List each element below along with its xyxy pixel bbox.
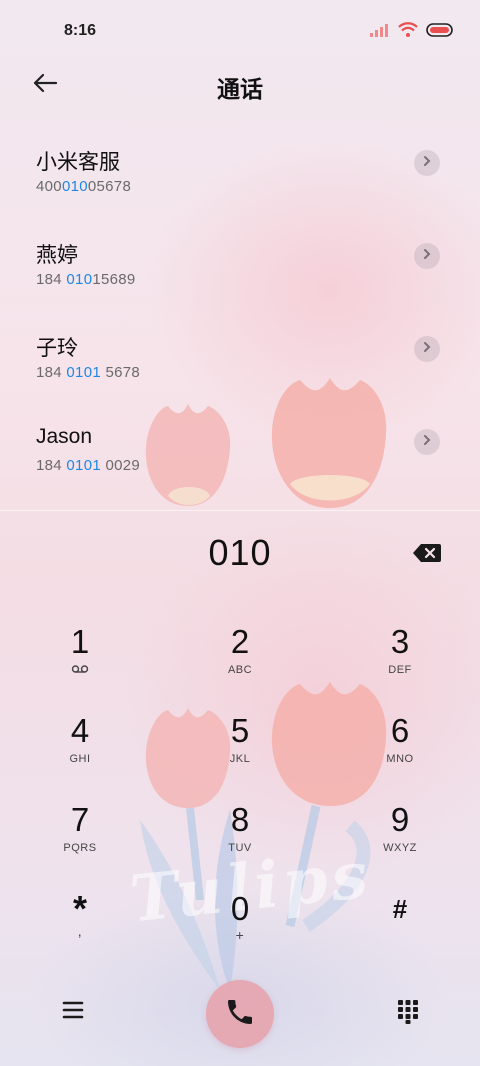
key-0[interactable]: 0 + bbox=[180, 889, 300, 969]
chevron-right-icon bbox=[422, 433, 432, 451]
key-digit: 6 bbox=[390, 712, 410, 749]
key-digit: 5 bbox=[230, 712, 250, 749]
match-highlight: 010 bbox=[61, 178, 88, 195]
key-letters: ABC bbox=[227, 664, 253, 676]
header: 通话 bbox=[0, 62, 480, 106]
contact-detail-button[interactable] bbox=[414, 150, 440, 176]
match-highlight: 0101 bbox=[66, 364, 101, 381]
key-8[interactable]: 8 TUV bbox=[180, 800, 300, 880]
list-item[interactable]: 燕婷 184 01015689 bbox=[0, 223, 480, 316]
key-3[interactable]: 3 DEF bbox=[340, 622, 460, 702]
match-highlight: 010 bbox=[66, 271, 93, 288]
voicemail-icon bbox=[20, 664, 140, 677]
key-digit: 7 bbox=[70, 801, 90, 838]
contact-number: 184 01015689 bbox=[36, 271, 136, 288]
contact-number: 40001005678 bbox=[36, 178, 132, 195]
phone-icon bbox=[224, 996, 256, 1033]
match-highlight: 0101 bbox=[66, 457, 101, 474]
key-5[interactable]: 5 JKL bbox=[180, 711, 300, 791]
contact-name: Jason bbox=[36, 425, 93, 448]
contact-name: 小米客服 bbox=[36, 151, 120, 174]
key-7[interactable]: 7 PQRS bbox=[20, 800, 140, 880]
key-letters: MNO bbox=[386, 753, 414, 765]
key-letters: , bbox=[77, 923, 83, 939]
contact-number: 184 0101 5678 bbox=[36, 364, 141, 381]
dial-input[interactable]: 010 bbox=[0, 532, 480, 574]
chevron-right-icon bbox=[422, 247, 432, 265]
key-4[interactable]: 4 GHI bbox=[20, 711, 140, 791]
backspace-button[interactable] bbox=[412, 542, 442, 564]
key-digit: 1 bbox=[70, 623, 90, 660]
contact-detail-button[interactable] bbox=[414, 336, 440, 362]
bottom-action-bar bbox=[0, 968, 480, 1058]
wifi-icon bbox=[398, 22, 418, 43]
key-letters: JKL bbox=[229, 753, 251, 765]
chevron-right-icon bbox=[422, 154, 432, 172]
key-2[interactable]: 2 ABC bbox=[180, 622, 300, 702]
list-item[interactable]: Jason 184 0101 0029 bbox=[0, 409, 480, 502]
key-letters: GHI bbox=[69, 753, 91, 765]
battery-icon bbox=[426, 23, 454, 42]
dialpad-toggle-button[interactable] bbox=[396, 998, 420, 1024]
contact-detail-button[interactable] bbox=[414, 243, 440, 269]
menu-icon bbox=[58, 1001, 88, 1026]
key-digit: 8 bbox=[230, 801, 250, 838]
key-9[interactable]: 9 WXYZ bbox=[340, 800, 460, 880]
key-letters: TUV bbox=[228, 842, 252, 854]
signal-icon bbox=[370, 23, 390, 42]
key-digit: 4 bbox=[70, 712, 90, 749]
status-bar: 8:16 bbox=[0, 0, 480, 62]
key-digit: # bbox=[392, 894, 408, 924]
key-hash[interactable]: # bbox=[340, 889, 460, 969]
list-item[interactable]: 小米客服 40001005678 bbox=[0, 130, 480, 223]
contact-list: 小米客服 40001005678 燕婷 184 01015689 子玲 184 … bbox=[0, 130, 480, 502]
key-digit: 9 bbox=[390, 801, 410, 838]
dialpad-icon bbox=[396, 1000, 420, 1028]
key-letters: PQRS bbox=[63, 842, 97, 854]
backspace-icon bbox=[412, 544, 442, 568]
key-1[interactable]: 1 bbox=[20, 622, 140, 702]
call-button[interactable] bbox=[206, 980, 274, 1048]
menu-button[interactable] bbox=[58, 998, 88, 1022]
chevron-right-icon bbox=[422, 340, 432, 358]
contact-detail-button[interactable] bbox=[414, 429, 440, 455]
key-letters: WXYZ bbox=[383, 842, 417, 854]
contact-name: 子玲 bbox=[36, 337, 78, 360]
list-item[interactable]: 子玲 184 0101 5678 bbox=[0, 316, 480, 409]
key-6[interactable]: 6 MNO bbox=[340, 711, 460, 791]
key-digit: 2 bbox=[230, 623, 250, 660]
key-digit: 3 bbox=[390, 623, 410, 660]
key-letters: DEF bbox=[388, 664, 412, 676]
key-star[interactable]: * , bbox=[20, 889, 140, 969]
contact-number: 184 0101 0029 bbox=[36, 457, 141, 474]
key-digit: 0 bbox=[230, 890, 250, 927]
status-icons bbox=[370, 22, 454, 43]
status-time: 8:16 bbox=[64, 22, 97, 39]
page-title: 通话 bbox=[217, 76, 263, 102]
contact-name: 燕婷 bbox=[36, 244, 78, 267]
key-letters: + bbox=[235, 927, 245, 943]
